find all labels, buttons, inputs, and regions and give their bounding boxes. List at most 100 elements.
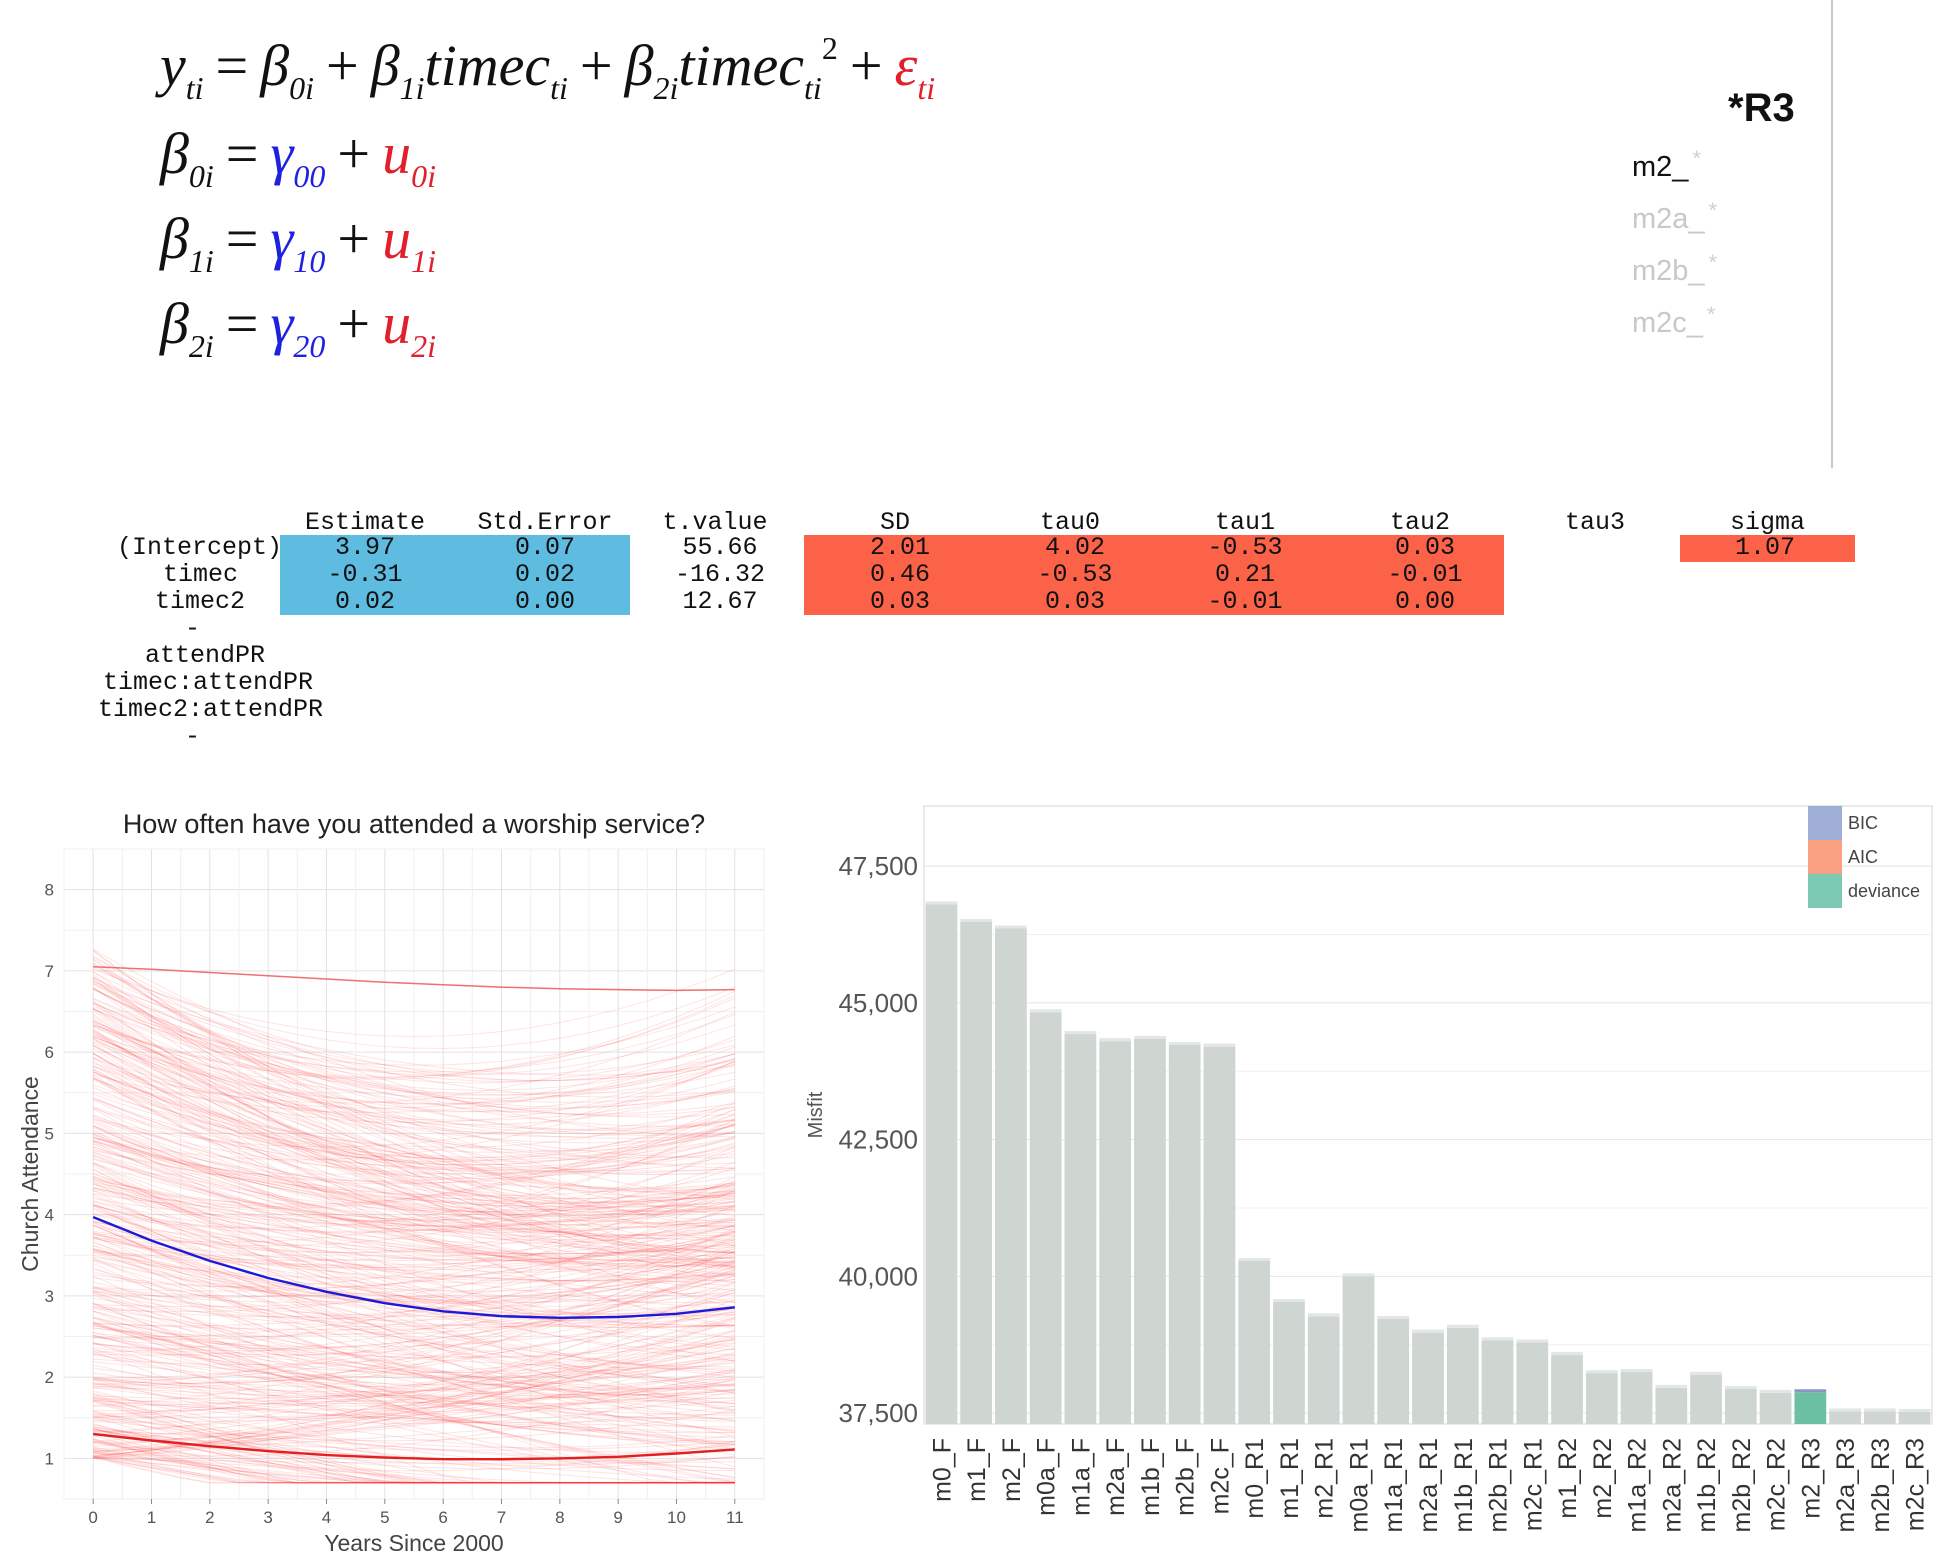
bar <box>1655 1387 1688 1424</box>
legend-swatch <box>1808 806 1842 840</box>
bar <box>1690 1374 1722 1424</box>
row-label: timec <box>162 560 238 589</box>
x-tick-label: 8 <box>555 1508 564 1527</box>
table-cell: 0.21 <box>1214 560 1275 589</box>
x-tick-label: 0 <box>88 1508 97 1527</box>
table-cell: 1.07 <box>1734 533 1795 562</box>
bar <box>925 904 958 1424</box>
bar <box>1481 1340 1514 1424</box>
x-tick-label: m1_R1 <box>1276 1438 1304 1519</box>
bar <box>1585 1373 1618 1424</box>
x-tick-label: m2_R2 <box>1589 1438 1617 1519</box>
x-tick-label: m2c_R2 <box>1763 1438 1791 1531</box>
table-cell: 0.02 <box>334 587 395 616</box>
y-tick-label: 4 <box>45 1206 54 1225</box>
bar-cap <box>1238 1258 1271 1262</box>
bar-cap <box>1342 1273 1375 1277</box>
x-tick-label: 10 <box>667 1508 686 1527</box>
x-tick-label: m2c_R3 <box>1902 1438 1930 1531</box>
x-tick-label: m1a_F <box>1067 1438 1095 1516</box>
x-tick-label: 2 <box>205 1508 214 1527</box>
y-tick-label: 42,500 <box>838 1125 918 1155</box>
x-tick-label: m1a_R2 <box>1624 1438 1652 1533</box>
bar <box>1273 1302 1305 1424</box>
x-tick-label: m1b_F <box>1137 1438 1165 1516</box>
table-cell: -0.31 <box>327 560 403 589</box>
row-label: timec2 <box>154 587 245 616</box>
table-cell: 4.02 <box>1044 533 1105 562</box>
y-axis-label: Church Attendance <box>17 1076 43 1272</box>
bar <box>1724 1388 1757 1424</box>
bar-cap <box>1829 1408 1861 1412</box>
bar-cap <box>1898 1408 1931 1412</box>
bar <box>1829 1411 1861 1424</box>
bar-cap <box>995 925 1027 929</box>
bar <box>1238 1261 1271 1424</box>
bar-cap <box>1551 1352 1583 1356</box>
y-tick-label: 8 <box>45 881 54 900</box>
table-cell: 0.00 <box>1394 587 1455 616</box>
x-tick-label: 1 <box>147 1508 156 1527</box>
bar-cap <box>925 901 958 905</box>
bar <box>1412 1332 1444 1424</box>
table-cell: 0.46 <box>869 560 930 589</box>
bar-cap <box>1134 1035 1166 1039</box>
bar-cap <box>1759 1389 1792 1393</box>
x-tick-label: m1b_R2 <box>1693 1438 1721 1533</box>
x-tick-label: m0_F <box>928 1438 956 1502</box>
x-tick-label: m2a_R2 <box>1658 1438 1686 1533</box>
x-tick-label: m1_F <box>963 1438 991 1502</box>
legend-label: BIC <box>1848 813 1878 833</box>
bar <box>1134 1038 1166 1424</box>
y-tick-label: 40,000 <box>838 1261 918 1291</box>
bar-cap <box>1377 1315 1410 1319</box>
bar-cap <box>1029 1009 1062 1013</box>
bar <box>1307 1316 1340 1424</box>
bar-cap <box>1690 1371 1722 1375</box>
bar-cap <box>1516 1339 1549 1343</box>
bar <box>1446 1327 1479 1424</box>
legend-label: AIC <box>1848 847 1878 867</box>
row-label: timec2:attendPR <box>97 695 323 724</box>
table-cell: 0.00 <box>514 587 575 616</box>
y-tick-label: 2 <box>45 1368 54 1387</box>
row-label: - <box>184 614 200 643</box>
x-tick-label: m1_R2 <box>1554 1438 1582 1519</box>
x-tick-label: m2a_R1 <box>1415 1438 1443 1533</box>
bar-cap <box>1481 1337 1514 1341</box>
bar <box>1620 1372 1653 1424</box>
x-tick-label: m2_F <box>998 1438 1026 1502</box>
estimates-table: Estimate Std.Error t.value SD tau0 tau1 … <box>0 0 1960 760</box>
row-label: timec:attendPR <box>102 668 313 697</box>
x-tick-label: 3 <box>263 1508 272 1527</box>
y-tick-label: 37,500 <box>838 1398 918 1428</box>
bar <box>995 928 1027 1424</box>
bar-cap <box>1307 1313 1340 1317</box>
trajectory-chart: 0 1 2 3 4 5 6 7 8 9 10 1112345678How often have you… <box>17 809 765 1554</box>
bar <box>1759 1392 1792 1424</box>
bar <box>1863 1411 1896 1424</box>
table-cell: 2.01 <box>869 533 930 562</box>
table-cell: -0.53 <box>1037 560 1113 589</box>
bar <box>1516 1342 1549 1424</box>
bar <box>1029 1012 1062 1424</box>
bar <box>1099 1041 1132 1424</box>
x-tick-label: m2_R3 <box>1797 1438 1825 1519</box>
x-tick-label: m2b_R1 <box>1485 1438 1513 1533</box>
bar-cap <box>1794 1389 1827 1393</box>
bar <box>1898 1411 1931 1424</box>
table-cell: 55.66 <box>682 533 758 562</box>
bar <box>1064 1034 1097 1424</box>
chart-title: How often have you attended a worship se… <box>123 809 705 839</box>
x-tick-label: m2b_R2 <box>1728 1438 1756 1533</box>
x-tick-label: m0a_R1 <box>1345 1438 1373 1533</box>
x-tick-label: m2c_F <box>1206 1438 1234 1514</box>
x-tick-label: 9 <box>613 1508 622 1527</box>
y-tick-label: 45,000 <box>838 988 918 1018</box>
bar <box>1377 1318 1410 1424</box>
bar-cap <box>1655 1384 1688 1388</box>
x-tick-label: m2a_F <box>1102 1438 1130 1516</box>
bar <box>1168 1044 1201 1424</box>
y-tick-label: 5 <box>45 1124 54 1143</box>
x-tick-label: 11 <box>726 1508 744 1527</box>
